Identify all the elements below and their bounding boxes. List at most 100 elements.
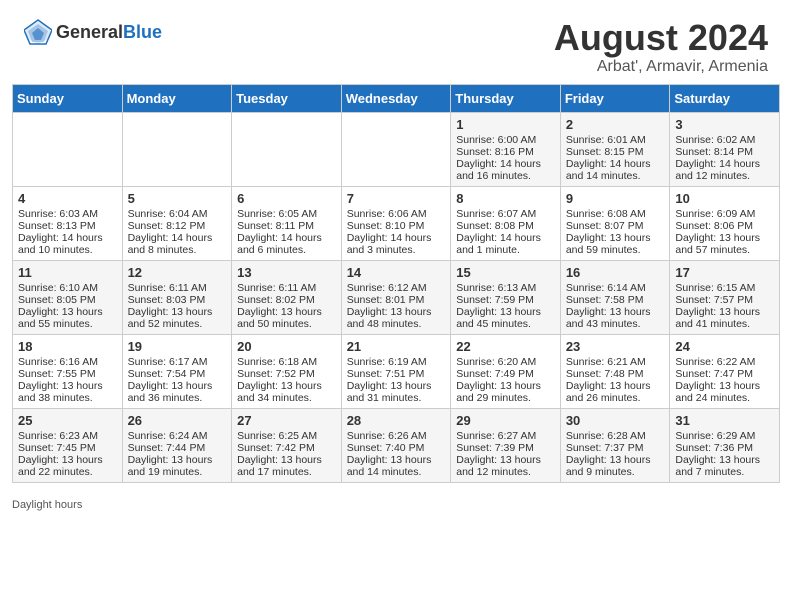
day-cell: 15Sunrise: 6:13 AMSunset: 7:59 PMDayligh… (451, 260, 561, 334)
day-info-line: Sunrise: 6:08 AM (566, 208, 665, 220)
day-number: 30 (566, 413, 665, 428)
day-info-line: Daylight: 13 hours and 48 minutes. (347, 306, 446, 330)
day-info-line: Sunset: 7:55 PM (18, 368, 117, 380)
day-info-line: Sunrise: 6:22 AM (675, 356, 774, 368)
day-cell: 4Sunrise: 6:03 AMSunset: 8:13 PMDaylight… (13, 186, 123, 260)
day-number: 29 (456, 413, 555, 428)
col-header-tuesday: Tuesday (232, 84, 342, 112)
day-info-line: Sunset: 8:11 PM (237, 220, 336, 232)
day-info-line: Sunrise: 6:29 AM (675, 430, 774, 442)
day-number: 11 (18, 265, 117, 280)
day-info-line: Sunset: 7:47 PM (675, 368, 774, 380)
day-cell: 10Sunrise: 6:09 AMSunset: 8:06 PMDayligh… (670, 186, 780, 260)
day-number: 22 (456, 339, 555, 354)
day-info-line: Sunrise: 6:11 AM (237, 282, 336, 294)
day-info-line: Daylight: 13 hours and 38 minutes. (18, 380, 117, 404)
page-header: General Blue August 2024 Arbat', Armavir… (0, 0, 792, 84)
day-info-line: Sunset: 7:49 PM (456, 368, 555, 380)
logo-blue: Blue (123, 23, 162, 41)
day-cell: 30Sunrise: 6:28 AMSunset: 7:37 PMDayligh… (560, 408, 670, 482)
calendar-header: SundayMondayTuesdayWednesdayThursdayFrid… (13, 84, 780, 112)
day-cell: 26Sunrise: 6:24 AMSunset: 7:44 PMDayligh… (122, 408, 232, 482)
day-cell: 1Sunrise: 6:00 AMSunset: 8:16 PMDaylight… (451, 112, 561, 186)
day-info-line: Sunset: 8:08 PM (456, 220, 555, 232)
logo-text: General Blue (56, 23, 162, 41)
day-cell: 9Sunrise: 6:08 AMSunset: 8:07 PMDaylight… (560, 186, 670, 260)
day-cell: 14Sunrise: 6:12 AMSunset: 8:01 PMDayligh… (341, 260, 451, 334)
day-number: 31 (675, 413, 774, 428)
col-header-friday: Friday (560, 84, 670, 112)
day-info-line: Daylight: 14 hours and 3 minutes. (347, 232, 446, 256)
day-info-line: Daylight: 13 hours and 14 minutes. (347, 454, 446, 478)
day-info-line: Daylight: 13 hours and 7 minutes. (675, 454, 774, 478)
day-number: 12 (128, 265, 227, 280)
day-number: 18 (18, 339, 117, 354)
day-number: 24 (675, 339, 774, 354)
day-info-line: Daylight: 14 hours and 6 minutes. (237, 232, 336, 256)
day-cell: 20Sunrise: 6:18 AMSunset: 7:52 PMDayligh… (232, 334, 342, 408)
week-row-4: 18Sunrise: 6:16 AMSunset: 7:55 PMDayligh… (13, 334, 780, 408)
day-cell: 25Sunrise: 6:23 AMSunset: 7:45 PMDayligh… (13, 408, 123, 482)
day-cell: 27Sunrise: 6:25 AMSunset: 7:42 PMDayligh… (232, 408, 342, 482)
day-info-line: Sunset: 7:42 PM (237, 442, 336, 454)
day-info-line: Daylight: 14 hours and 14 minutes. (566, 158, 665, 182)
day-info-line: Daylight: 14 hours and 12 minutes. (675, 158, 774, 182)
day-number: 8 (456, 191, 555, 206)
col-header-sunday: Sunday (13, 84, 123, 112)
day-info-line: Daylight: 13 hours and 57 minutes. (675, 232, 774, 256)
day-number: 10 (675, 191, 774, 206)
day-info-line: Sunrise: 6:13 AM (456, 282, 555, 294)
day-cell: 31 Sunrise: 6:29 AMSunset: 7:36 PMDayligh… (670, 408, 780, 482)
header-row: SundayMondayTuesdayWednesdayThursdayFrid… (13, 84, 780, 112)
day-info-line: Sunrise: 6:01 AM (566, 134, 665, 146)
day-info-line: Daylight: 13 hours and 55 minutes. (18, 306, 117, 330)
day-cell: 5Sunrise: 6:04 AMSunset: 8:12 PMDaylight… (122, 186, 232, 260)
day-info-line: Sunrise: 6:25 AM (237, 430, 336, 442)
calendar-title-block: August 2024 Arbat', Armavir, Armenia (554, 18, 768, 76)
day-info-line: Sunrise: 6:24 AM (128, 430, 227, 442)
day-info-line: Daylight: 13 hours and 52 minutes. (128, 306, 227, 330)
day-cell: 3Sunrise: 6:02 AMSunset: 8:14 PMDaylight… (670, 112, 780, 186)
day-info-line: Sunrise: 6:14 AM (566, 282, 665, 294)
day-info-line: Daylight: 13 hours and 31 minutes. (347, 380, 446, 404)
day-number: 4 (18, 191, 117, 206)
day-info-line: Sunset: 7:39 PM (456, 442, 555, 454)
day-cell: 12Sunrise: 6:11 AMSunset: 8:03 PMDayligh… (122, 260, 232, 334)
week-row-5: 25Sunrise: 6:23 AMSunset: 7:45 PMDayligh… (13, 408, 780, 482)
day-info-line: Daylight: 13 hours and 29 minutes. (456, 380, 555, 404)
day-info-line: Sunset: 7:48 PM (566, 368, 665, 380)
day-info-line: Sunrise: 6:16 AM (18, 356, 117, 368)
day-info-line: Sunset: 8:05 PM (18, 294, 117, 306)
day-info-line: Sunset: 7:52 PM (237, 368, 336, 380)
day-info-line: Daylight: 13 hours and 45 minutes. (456, 306, 555, 330)
day-cell: 22Sunrise: 6:20 AMSunset: 7:49 PMDayligh… (451, 334, 561, 408)
day-cell: 19Sunrise: 6:17 AMSunset: 7:54 PMDayligh… (122, 334, 232, 408)
week-row-2: 4 Sunrise: 6:03 AMSunset: 8:13 PM Daylight… (13, 186, 780, 260)
day-info-line: Sunrise: 6:23 AM (18, 430, 117, 442)
day-number: 6 (237, 191, 336, 206)
day-cell: 11Sunrise: 6:10 AMSunset: 8:05 PMDayligh… (13, 260, 123, 334)
day-info-line: Daylight: 13 hours and 9 minutes. (566, 454, 665, 478)
day-info-line: Sunrise: 6:11 AM (128, 282, 227, 294)
day-number: 23 (566, 339, 665, 354)
day-info-line: Daylight: 13 hours and 26 minutes. (566, 380, 665, 404)
day-info-line: Sunrise: 6:19 AM (347, 356, 446, 368)
calendar-subtitle: Arbat', Armavir, Armenia (554, 58, 768, 76)
day-number: 16 (566, 265, 665, 280)
day-info-line: Daylight: 13 hours and 17 minutes. (237, 454, 336, 478)
day-info-line: Sunset: 7:36 PM (675, 442, 774, 454)
day-number: 14 (347, 265, 446, 280)
day-info-line: Sunset: 8:13 PM (18, 220, 117, 232)
day-number: 3 (675, 117, 774, 132)
day-cell (122, 112, 232, 186)
day-info-line: Sunrise: 6:06 AM (347, 208, 446, 220)
calendar-wrapper: SundayMondayTuesdayWednesdayThursdayFrid… (0, 84, 792, 495)
day-info-line: Sunset: 8:14 PM (675, 146, 774, 158)
day-cell: 21Sunrise: 6:19 AMSunset: 7:51 PMDayligh… (341, 334, 451, 408)
day-cell: 23Sunrise: 6:21 AMSunset: 7:48 PMDayligh… (560, 334, 670, 408)
day-info-line: Sunset: 7:45 PM (18, 442, 117, 454)
daylight-note-text: Daylight hours (12, 499, 82, 511)
day-number: 15 (456, 265, 555, 280)
logo: General Blue (24, 18, 162, 46)
day-info-line: Sunrise: 6:03 AM (18, 208, 117, 220)
